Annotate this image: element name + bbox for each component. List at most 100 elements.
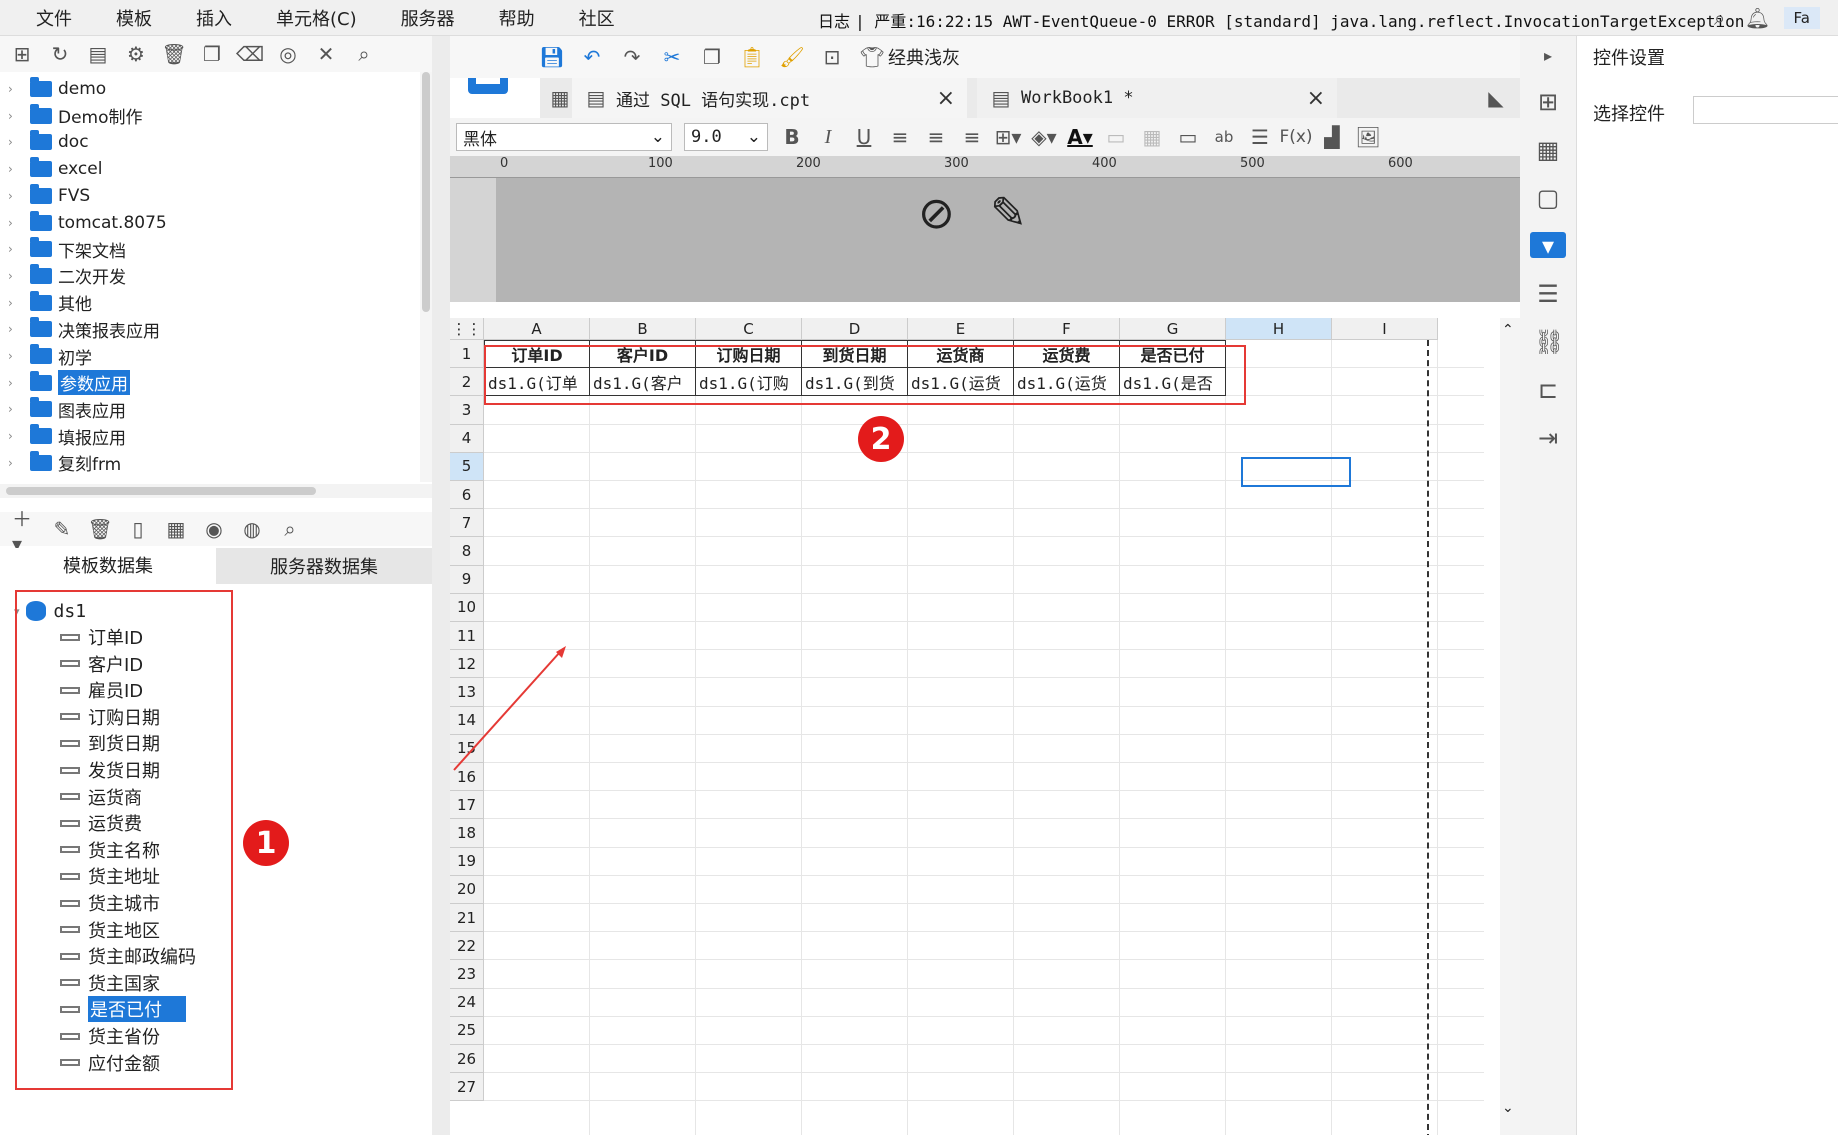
row-header[interactable]: 19	[450, 847, 484, 876]
tree-item[interactable]: › 二次开发	[8, 263, 126, 289]
tree-item[interactable]: › 填报应用	[8, 423, 126, 449]
tree-item[interactable]: › 初学	[8, 343, 92, 369]
link-icon[interactable]: ⛓	[1534, 328, 1564, 356]
tree-item[interactable]: › FVS	[8, 183, 90, 209]
menu-item-5[interactable]: 帮助	[477, 5, 557, 31]
spreadsheet-grid[interactable]: ⋮⋮ A B C D E F G H I 1 2 3 4 5 6 7 8 9 10 11 12 13 14 15 16 17 18 19…	[450, 318, 1500, 1135]
file-tab-2[interactable]: ▤ WorkBook1 * ×	[977, 78, 1337, 118]
add-icon[interactable]: ＋▾	[12, 507, 36, 556]
close-icon[interactable]: ×	[1307, 86, 1325, 111]
align-center-icon[interactable]: ≡	[924, 125, 948, 149]
tree-item[interactable]: › 下架文档	[8, 236, 126, 262]
log-label[interactable]: 日志	[818, 12, 850, 31]
copy-icon[interactable]: ❐	[700, 45, 724, 69]
tree-item[interactable]: › excel	[8, 156, 102, 182]
chevron-right-icon[interactable]: ›	[8, 109, 22, 123]
column-header[interactable]: G	[1120, 318, 1226, 340]
font-color-icon[interactable]: A▾	[1067, 125, 1093, 149]
tab-template-dataset[interactable]: 模板数据集	[0, 548, 216, 584]
menu-item-2[interactable]: 插入	[174, 5, 254, 31]
open-icon[interactable]: ▤	[86, 42, 110, 66]
format-painter-icon[interactable]: 🖌︎	[779, 45, 804, 69]
grid-vertical-scrollbar[interactable]: ⌃ ⌄	[1500, 318, 1520, 1135]
layout-icon[interactable]: ⊞	[1534, 88, 1562, 116]
underline-icon[interactable]: U	[852, 125, 876, 149]
bold-icon[interactable]: B	[780, 125, 804, 149]
settings-icon[interactable]: ⚙	[124, 42, 148, 66]
tree-horizontal-scrollbar[interactable]	[0, 484, 432, 498]
scroll-up-icon[interactable]: ⌃	[1502, 322, 1514, 338]
chevron-right-icon[interactable]: ›	[8, 189, 22, 203]
textfield-icon[interactable]: ▭	[1176, 125, 1200, 149]
chart-icon[interactable]: ▟	[1320, 125, 1344, 149]
column-header[interactable]: I	[1332, 318, 1438, 340]
search-icon[interactable]: ⌕	[1708, 6, 1732, 30]
search-icon[interactable]: ⌕	[278, 517, 302, 541]
chevron-right-icon[interactable]: ›	[8, 429, 22, 443]
row-header[interactable]: 7	[450, 509, 484, 538]
theme-button[interactable]: 👕︎ 经典浅灰	[859, 44, 960, 70]
tree-item[interactable]: › demo	[8, 76, 106, 102]
menu-item-1[interactable]: 模板	[94, 5, 174, 31]
row-header[interactable]: 4	[450, 424, 484, 453]
scroll-down-icon[interactable]: ⌄	[1502, 1100, 1514, 1116]
text-icon[interactable]: ab	[1212, 125, 1236, 149]
row-header[interactable]: 10	[450, 593, 484, 622]
chevron-right-icon[interactable]: ›	[8, 135, 22, 149]
menu-item-0[interactable]: 文件	[14, 5, 94, 31]
export-icon[interactable]: ⇥	[1534, 424, 1562, 452]
collapse-icon[interactable]: ✕	[314, 42, 338, 66]
widget-icon[interactable]: ▾	[1530, 232, 1566, 260]
column-header[interactable]: F	[1014, 318, 1120, 340]
copy-icon[interactable]: ❐	[200, 42, 224, 66]
pencil-icon[interactable]: ✎	[990, 188, 1027, 239]
locate-icon[interactable]: ◎	[276, 42, 300, 66]
new-folder-icon[interactable]: ⊞	[10, 42, 34, 66]
column-header[interactable]: D	[802, 318, 908, 340]
font-size-select[interactable]: 9.0 ⌄	[684, 123, 768, 151]
column-header[interactable]: E	[908, 318, 1014, 340]
row-header[interactable]: 1	[450, 340, 484, 369]
condition-icon[interactable]: ☰	[1534, 280, 1562, 308]
panel-divider[interactable]	[432, 36, 450, 1135]
fill-color-icon[interactable]: ◈▾	[1031, 125, 1056, 149]
search-icon[interactable]: ⌕	[352, 42, 376, 66]
chevron-right-icon[interactable]: ›	[8, 402, 22, 416]
expand-icon[interactable]: ▸	[1534, 46, 1562, 72]
edit-icon[interactable]: ✎	[50, 517, 74, 541]
tab-server-dataset[interactable]: 服务器数据集	[216, 548, 432, 584]
row-header[interactable]: 6	[450, 481, 484, 510]
chevron-right-icon[interactable]: ›	[8, 216, 22, 230]
bell-icon[interactable]: 🔔︎	[1745, 6, 1770, 30]
row-header[interactable]: 9	[450, 565, 484, 594]
align-left-icon[interactable]: ≡	[888, 125, 912, 149]
row-header[interactable]: 23	[450, 960, 484, 989]
eye-off-icon[interactable]: ⊘	[918, 188, 955, 239]
delete-icon[interactable]: 🗑︎	[87, 517, 112, 541]
italic-icon[interactable]: I	[816, 125, 840, 149]
merge-icon[interactable]: ▭	[1104, 125, 1128, 149]
chevron-right-icon[interactable]: ›	[8, 82, 22, 96]
wrap-icon[interactable]: ☰	[1248, 125, 1272, 149]
user-pill[interactable]: Fa	[1783, 7, 1820, 29]
row-header[interactable]: 18	[450, 819, 484, 848]
tree-item[interactable]: › Demo制作	[8, 103, 143, 129]
column-header[interactable]: H	[1226, 318, 1332, 340]
tree-item[interactable]: › 参数应用	[8, 370, 130, 396]
delete-icon[interactable]: 🗑︎	[161, 42, 186, 66]
chevron-right-icon[interactable]: ›	[8, 376, 22, 390]
database-config-icon[interactable]: ◍	[240, 517, 264, 541]
row-header[interactable]: 20	[450, 875, 484, 904]
refresh-icon[interactable]: ↻	[48, 42, 72, 66]
widget-select[interactable]	[1693, 96, 1838, 124]
chevron-right-icon[interactable]: ›	[8, 456, 22, 470]
chevron-right-icon[interactable]: ›	[8, 322, 22, 336]
row-header[interactable]: 24	[450, 988, 484, 1017]
row-header[interactable]: 25	[450, 1016, 484, 1045]
chevron-right-icon[interactable]: ›	[8, 269, 22, 283]
tree-item[interactable]: › doc	[8, 129, 89, 155]
clear-icon[interactable]: ⌫	[236, 42, 264, 66]
paste-icon[interactable]: 📋︎	[739, 45, 764, 69]
frame-icon[interactable]: ▢	[1534, 184, 1562, 212]
formula-icon[interactable]: F(x)	[1279, 125, 1312, 149]
